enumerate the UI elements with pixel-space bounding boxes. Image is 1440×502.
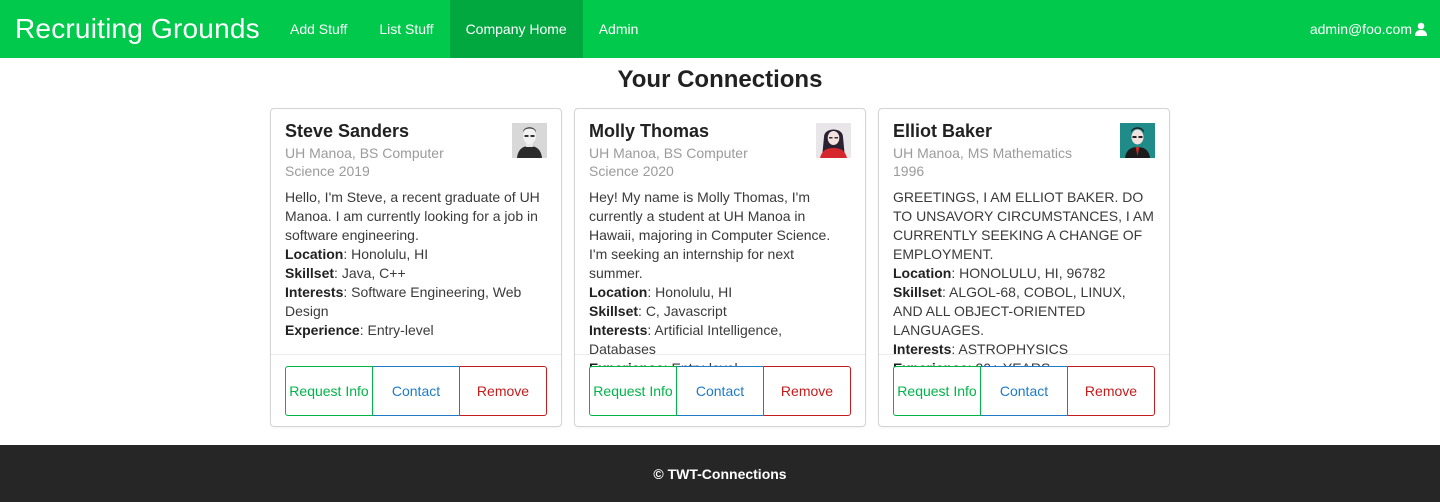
- brand-logo[interactable]: Recruiting Grounds: [0, 13, 274, 45]
- card-education: UH Manoa, BS Computer Science 2019: [285, 145, 444, 179]
- top-navbar: Recruiting Grounds Add Stuff List Stuff …: [0, 0, 1440, 58]
- request-info-button[interactable]: Request Info: [285, 366, 373, 416]
- location-value: HONOLULU, HI, 96782: [959, 265, 1106, 281]
- card-bio: Hello, I'm Steve, a recent graduate of U…: [285, 189, 540, 243]
- card-actions: Request Info Contact Remove: [271, 354, 561, 427]
- skillset-label: Skillset: [285, 265, 335, 281]
- nav-company-home[interactable]: Company Home: [449, 0, 583, 58]
- interests-label: Interests: [589, 322, 648, 338]
- skillset-value: C, Javascript: [645, 303, 727, 319]
- card-skillset: Skillset: Java, C++: [285, 265, 406, 281]
- avatar: [1120, 123, 1155, 158]
- contact-button[interactable]: Contact: [677, 366, 764, 416]
- request-info-button[interactable]: Request Info: [893, 366, 981, 416]
- connection-card: Steve Sanders UH Manoa, BS Computer Scie…: [270, 108, 562, 427]
- nav-list-stuff[interactable]: List Stuff: [363, 0, 449, 58]
- avatar: [816, 123, 851, 158]
- connection-card: Molly Thomas UH Manoa, BS Computer Scien…: [574, 108, 866, 427]
- card-name: Molly Thomas: [589, 121, 710, 141]
- user-menu[interactable]: admin@foo.com: [1310, 0, 1428, 58]
- location-label: Location: [893, 265, 952, 281]
- card-actions: Request Info Contact Remove: [575, 354, 865, 427]
- request-info-button[interactable]: Request Info: [589, 366, 677, 416]
- card-location: Location: HONOLULU, HI, 96782: [893, 265, 1106, 281]
- location-label: Location: [285, 246, 344, 262]
- contact-button[interactable]: Contact: [373, 366, 460, 416]
- skillset-label: Skillset: [893, 284, 943, 300]
- user-email: admin@foo.com: [1309, 21, 1412, 37]
- nav-add-stuff[interactable]: Add Stuff: [274, 0, 363, 58]
- card-description: GREETINGS, I AM ELLIOT BAKER. DO TO UNSA…: [893, 188, 1155, 378]
- experience-label: Experience: [285, 322, 360, 338]
- connections-cards: Steve Sanders UH Manoa, BS Computer Scie…: [270, 108, 1170, 427]
- footer-copyright: © TWT-Connections: [653, 465, 787, 482]
- location-value: Honolulu, HI: [351, 246, 429, 262]
- experience-value: Entry-level: [367, 322, 434, 338]
- card-experience: Experience: Entry-level: [285, 322, 434, 338]
- card-bio: GREETINGS, I AM ELLIOT BAKER. DO TO UNSA…: [893, 189, 1154, 262]
- card-bio: Hey! My name is Molly Thomas, I'm curren…: [589, 189, 831, 281]
- skillset-label: Skillset: [589, 303, 639, 319]
- card-skillset: Skillset: C, Javascript: [589, 303, 727, 319]
- location-value: Honolulu, HI: [655, 284, 733, 300]
- connection-card: Elliot Baker UH Manoa, MS Mathematics 19…: [878, 108, 1170, 427]
- card-name: Steve Sanders: [285, 121, 410, 141]
- nav-admin[interactable]: Admin: [583, 0, 655, 58]
- contact-button[interactable]: Contact: [981, 366, 1068, 416]
- footer: © TWT-Connections: [0, 445, 1440, 502]
- interests-label: Interests: [285, 284, 344, 300]
- card-description: Hey! My name is Molly Thomas, I'm curren…: [589, 188, 851, 378]
- remove-button[interactable]: Remove: [460, 366, 547, 416]
- card-interests: Interests: Software Engineering, Web Des…: [285, 284, 522, 319]
- avatar: [512, 123, 547, 158]
- remove-button[interactable]: Remove: [1068, 366, 1155, 416]
- card-location: Location: Honolulu, HI: [285, 246, 429, 262]
- skillset-value: Java, C++: [341, 265, 406, 281]
- card-actions: Request Info Contact Remove: [879, 354, 1169, 427]
- card-skillset: Skillset: ALGOL-68, COBOL, LINUX, AND AL…: [893, 284, 1126, 338]
- remove-button[interactable]: Remove: [764, 366, 851, 416]
- user-icon: [1415, 22, 1427, 36]
- card-location: Location: Honolulu, HI: [589, 284, 733, 300]
- location-label: Location: [589, 284, 648, 300]
- card-education: UH Manoa, BS Computer Science 2020: [589, 145, 748, 179]
- page-title: Your Connections: [617, 66, 823, 93]
- card-education: UH Manoa, MS Mathematics 1996: [893, 145, 1072, 179]
- card-name: Elliot Baker: [893, 121, 993, 141]
- card-description: Hello, I'm Steve, a recent graduate of U…: [285, 188, 547, 340]
